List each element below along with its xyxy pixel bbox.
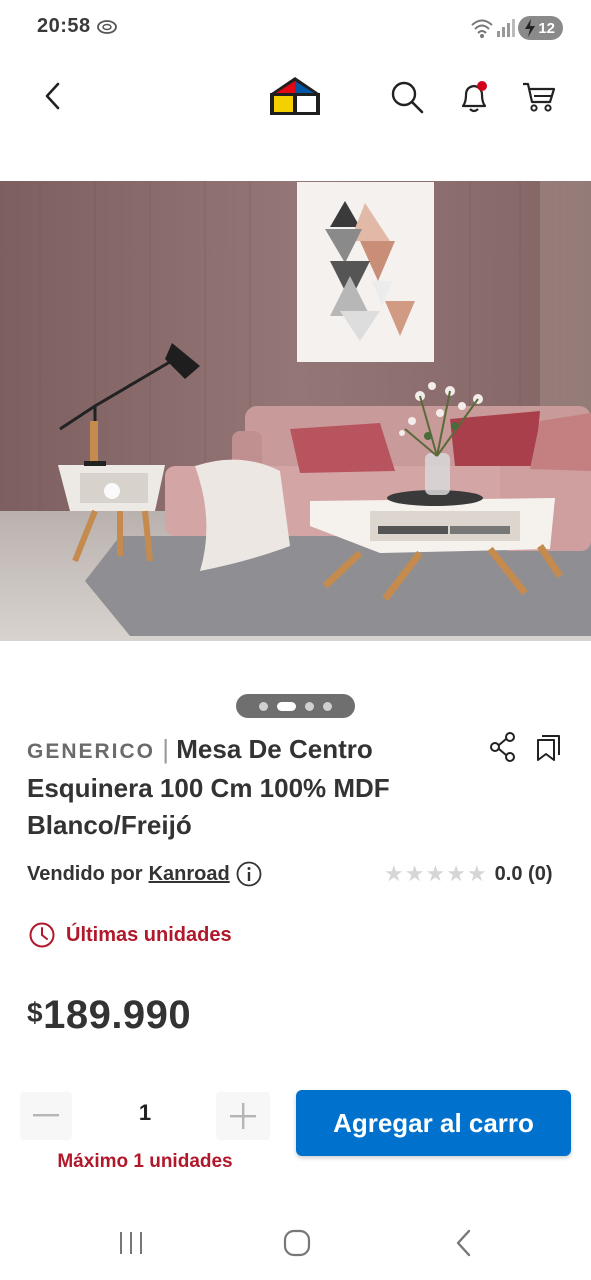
star-icon: ★ (466, 861, 487, 886)
product-title-block: GENERICO | Mesa De Centro Esquinera 100 … (27, 731, 467, 844)
carousel-dot[interactable] (323, 701, 332, 711)
back-icon (45, 82, 60, 110)
share-button[interactable] (488, 731, 518, 763)
search-icon (391, 81, 424, 114)
notifications-button[interactable] (455, 78, 493, 116)
product-image[interactable] (0, 181, 591, 641)
wifi-icon (470, 17, 494, 44)
sync-icon (96, 18, 118, 41)
stock-warning: Últimas unidades (28, 921, 232, 949)
search-button[interactable] (388, 78, 426, 116)
top-nav (0, 60, 591, 136)
recent-apps-button[interactable] (116, 1230, 146, 1261)
brand-name[interactable]: GENERICO (27, 740, 155, 763)
battery-charging-icon: 12 (518, 16, 563, 40)
battery-level: 12 (538, 19, 555, 37)
carousel-indicator[interactable] (236, 694, 355, 718)
add-to-cart-button[interactable]: Agregar al carro (296, 1090, 571, 1156)
bookmark-icon (537, 735, 560, 761)
status-time: 20:58 (37, 15, 91, 37)
house-logo[interactable] (266, 74, 324, 118)
quantity-decrease-button[interactable] (20, 1092, 72, 1140)
seller-label: Vendido por (27, 862, 143, 885)
carousel-dot[interactable] (259, 701, 268, 711)
seller-row: Vendido por Kanroad (27, 860, 263, 888)
plus-icon (230, 1103, 256, 1129)
seller-link[interactable]: Kanroad (149, 863, 230, 886)
product-price: $189.990 (27, 993, 191, 1038)
rating[interactable]: ★ ★ ★ ★ ★ 0.0 (0) (384, 862, 552, 886)
title-separator: | (162, 734, 170, 764)
cart-button[interactable] (520, 78, 558, 116)
system-back-icon (456, 1229, 471, 1257)
clock-icon (29, 922, 55, 948)
quantity-max-message: Máximo 1 unidades (57, 1151, 233, 1172)
cart-icon (523, 82, 556, 112)
status-bar: 20:58 12 (0, 0, 591, 56)
bell-icon (461, 81, 487, 113)
quantity-increase-button[interactable] (216, 1092, 270, 1140)
back-button[interactable] (34, 76, 74, 116)
quantity-value[interactable]: 1 (120, 1100, 170, 1126)
recent-apps-icon (120, 1232, 142, 1254)
carousel-dot[interactable] (305, 701, 314, 711)
price-currency: $ (27, 997, 44, 1028)
home-button[interactable] (282, 1228, 312, 1263)
system-navigation-bar (0, 1210, 591, 1280)
signal-icon (495, 17, 515, 44)
minus-icon (33, 1114, 59, 1117)
rating-value: 0.0 (0) (494, 862, 553, 885)
carousel-dot-active[interactable] (277, 701, 296, 711)
star-icon: ★ (425, 861, 446, 886)
home-icon (283, 1229, 311, 1257)
star-icon: ★ (404, 861, 425, 886)
stock-message: Últimas unidades (66, 923, 232, 946)
price-value: 189.990 (43, 993, 192, 1037)
star-icon: ★ (446, 861, 466, 886)
rating-stars: ★ ★ ★ ★ ★ (384, 862, 487, 886)
info-icon[interactable] (235, 860, 263, 888)
system-back-button[interactable] (452, 1228, 476, 1263)
share-icon (490, 732, 515, 762)
save-list-button[interactable] (532, 731, 564, 763)
star-icon: ★ (384, 861, 404, 886)
